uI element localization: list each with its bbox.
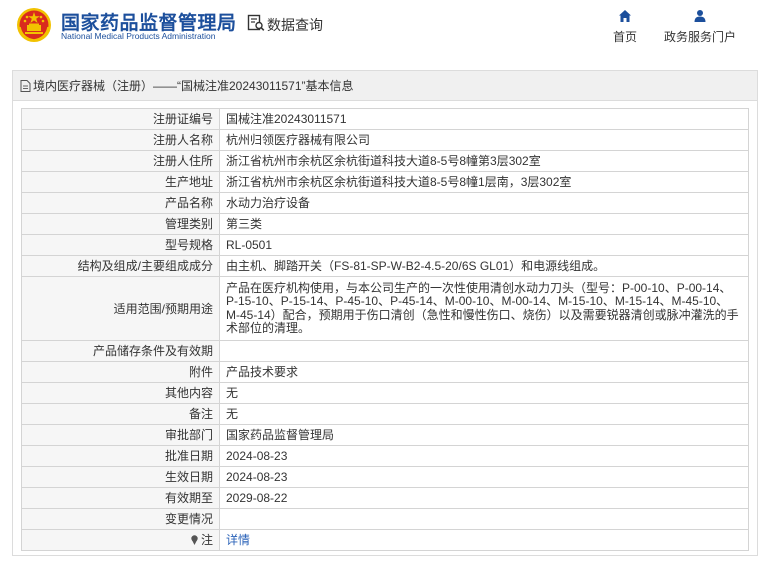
row-label: 附件 [21,361,220,383]
row-label: 注 [200,533,213,547]
row-label: 型号规格 [21,234,220,256]
table-row: 结构及组成/主要组成成分 由主机、脚踏开关（FS-81-SP-W-B2-4.5-… [21,255,749,277]
row-value: 无 [219,382,749,404]
table-row: 注册人名称 杭州归领医疗器械有限公司 [21,129,749,151]
row-label: 备注 [21,403,220,425]
table-row: 适用范围/预期用途 产品在医疗机构使用，与本公司生产的一次性使用清创水动力刀头（… [21,276,749,341]
row-value: 2024-08-23 [219,466,749,488]
panel-header: 境内医疗器械（注册）——“国械注准20243011571”基本信息 [13,71,757,101]
row-value: 2029-08-22 [219,487,749,509]
row-value: 产品技术要求 [219,361,749,383]
pin-icon [191,535,198,545]
table-row: 有效期至 2029-08-22 [21,487,749,509]
nav-service-portal-label: 政务服务门户 [663,30,736,44]
row-label: 生效日期 [21,466,220,488]
site-subtitle: National Medical Products Administration [61,31,216,41]
site-header: 国家药品监督管理局 National Medical Products Admi… [0,0,760,60]
data-query-icon[interactable] [247,14,265,32]
row-label: 产品储存条件及有效期 [21,340,220,362]
nav-service-portal[interactable]: 政务服务门户 [660,9,740,45]
row-label: 产品名称 [21,192,220,214]
table-row: 管理类别 第三类 [21,213,749,235]
table-row: 注册证编号 国械注准20243011571 [21,108,749,130]
table-row: 生效日期 2024-08-23 [21,466,749,488]
row-value: 国械注准20243011571 [219,108,749,130]
row-value: 第三类 [219,213,749,235]
row-value [219,508,749,530]
info-panel: 境内医疗器械（注册）——“国械注准20243011571”基本信息 注册证编号 … [12,70,758,556]
table-row: 产品名称 水动力治疗设备 [21,192,749,214]
home-icon [619,10,631,22]
row-label: 管理类别 [21,213,220,235]
row-value: 详情 [219,529,749,551]
row-label: 注册人住所 [21,150,220,172]
row-value: RL-0501 [219,234,749,256]
row-label: 其他内容 [21,382,220,404]
row-value: 杭州归领医疗器械有限公司 [219,129,749,151]
table-row: 注册人住所 浙江省杭州市余杭区余杭街道科技大道8-5号8幢第3层302室 [21,150,749,172]
user-icon [694,10,706,22]
table-row: 型号规格 RL-0501 [21,234,749,256]
details-link[interactable]: 详情 [226,533,250,547]
nav-home[interactable]: 首页 [605,9,645,45]
document-icon [20,79,31,92]
row-label: 生产地址 [21,171,220,193]
row-value: 浙江省杭州市余杭区余杭街道科技大道8-5号8幢1层南，3层302室 [219,171,749,193]
panel-title: 境内医疗器械（注册）——“国械注准20243011571”基本信息 [33,79,354,93]
nav-home-label: 首页 [612,30,637,44]
row-label: 注册证编号 [21,108,220,130]
table-row: 其他内容 无 [21,382,749,404]
row-value [219,340,749,362]
table-row: 变更情况 [21,508,749,530]
registration-info-table: 注册证编号 国械注准20243011571 注册人名称 杭州归领医疗器械有限公司… [21,108,749,551]
row-value: 产品在医疗机构使用，与本公司生产的一次性使用清创水动力刀头（型号：P-00-10… [219,276,749,341]
table-row: 批准日期 2024-08-23 [21,445,749,467]
table-row: 备注 无 [21,403,749,425]
note-label-cell: 注 [21,529,220,551]
table-row: 附件 产品技术要求 [21,361,749,383]
table-row: 注 详情 [21,529,749,551]
table-row: 产品储存条件及有效期 [21,340,749,362]
data-query-link[interactable]: 数据查询 [267,15,323,35]
row-value: 2024-08-23 [219,445,749,467]
national-emblem-icon [17,8,51,42]
row-value: 无 [219,403,749,425]
row-label: 结构及组成/主要组成成分 [21,255,220,277]
row-value: 浙江省杭州市余杭区余杭街道科技大道8-5号8幢第3层302室 [219,150,749,172]
table-row: 审批部门 国家药品监督管理局 [21,424,749,446]
row-value: 水动力治疗设备 [219,192,749,214]
row-label: 适用范围/预期用途 [21,276,220,341]
row-label: 注册人名称 [21,129,220,151]
row-label: 批准日期 [21,445,220,467]
row-label: 审批部门 [21,424,220,446]
row-value: 由主机、脚踏开关（FS-81-SP-W-B2-4.5-20/6S GL01）和电… [219,255,749,277]
row-label: 变更情况 [21,508,220,530]
row-label: 有效期至 [21,487,220,509]
row-value: 国家药品监督管理局 [219,424,749,446]
table-row: 生产地址 浙江省杭州市余杭区余杭街道科技大道8-5号8幢1层南，3层302室 [21,171,749,193]
